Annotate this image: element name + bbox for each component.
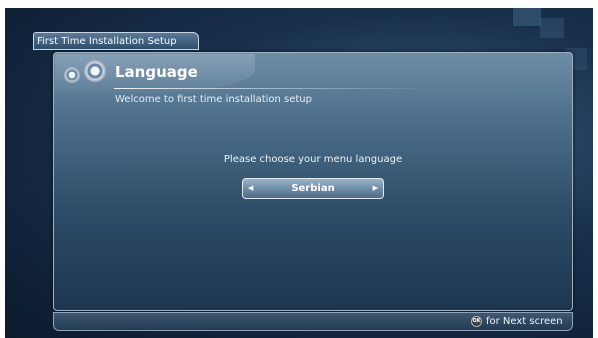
arrow-left-icon[interactable]: ◀ [248, 179, 253, 198]
page-title: Language [115, 63, 198, 81]
gear-icon [84, 60, 106, 82]
gear-icon [64, 67, 80, 83]
setup-header-title: First Time Installation Setup [37, 36, 177, 47]
language-prompt: Please choose your menu language [223, 154, 403, 165]
setup-header-tab: First Time Installation Setup [33, 32, 199, 50]
title-divider [114, 88, 434, 89]
language-selector[interactable]: ◀ Serbian ▶ [242, 178, 384, 199]
language-panel: Language Welcome to first time installat… [53, 52, 573, 311]
arrow-right-icon[interactable]: ▶ [373, 179, 378, 198]
page-subtitle: Welcome to first time installation setup [115, 94, 312, 105]
ok-button-icon: OK [471, 316, 482, 327]
next-screen-hint: for Next screen [486, 316, 563, 327]
footer-hint-bar: OK for Next screen [53, 312, 573, 331]
language-value: Serbian [291, 183, 335, 194]
